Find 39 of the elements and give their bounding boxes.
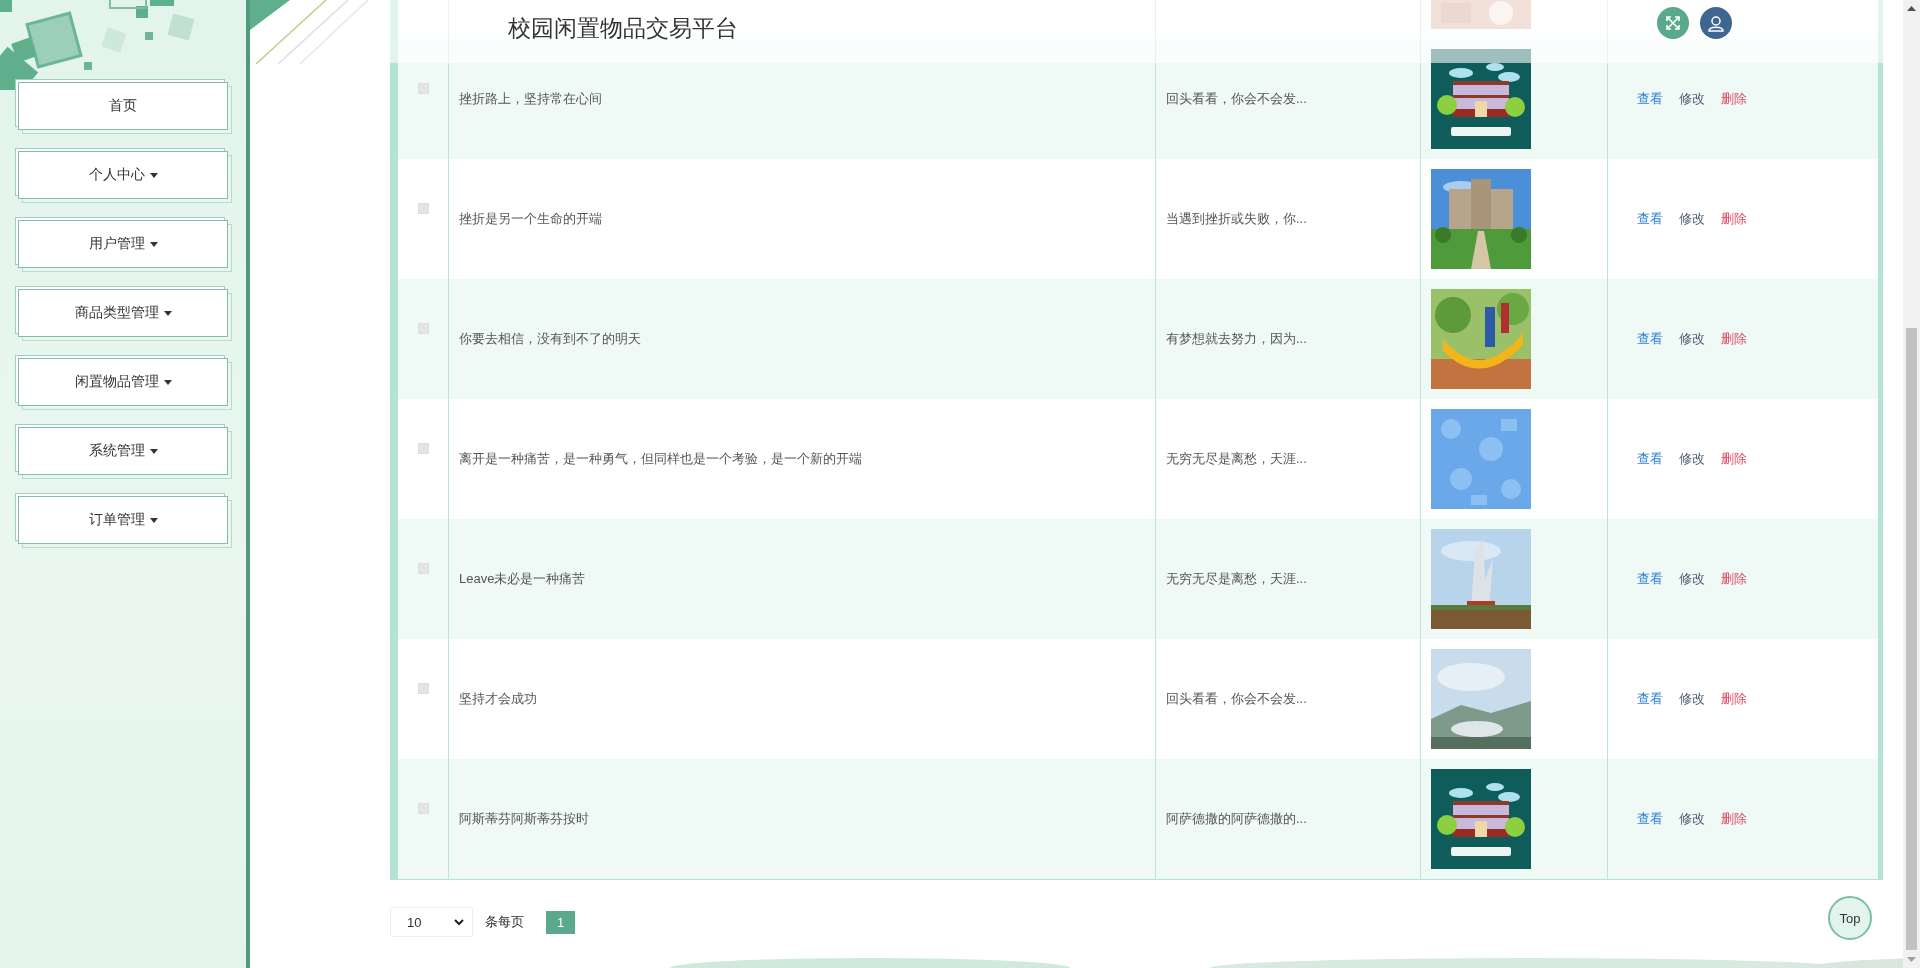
table-cell: 回头看看，你会不会发... — [1166, 690, 1307, 708]
delete-link[interactable]: 删除 — [1721, 810, 1747, 828]
page-size-label: 条每页 — [485, 913, 524, 931]
page-size-select[interactable]: 10 — [390, 907, 473, 937]
table-cell: 当遇到挫折或失败，你... — [1166, 210, 1307, 228]
view-link[interactable]: 查看 — [1637, 90, 1663, 108]
view-link[interactable]: 查看 — [1637, 690, 1663, 708]
view-link[interactable]: 查看 — [1637, 570, 1663, 588]
table-cell: 有梦想就去努力，因为... — [1166, 330, 1307, 348]
edit-link[interactable]: 修改 — [1679, 570, 1705, 588]
app-title: 校园闲置物品交易平台 — [508, 14, 738, 43]
delete-link[interactable]: 删除 — [1721, 90, 1747, 108]
view-link[interactable]: 查看 — [1637, 210, 1663, 228]
table-cell: 无穷无尽是离愁，天涯... — [1166, 570, 1307, 588]
edit-link[interactable]: 修改 — [1679, 210, 1705, 228]
table-cell: 回头看看，你会不会发... — [1166, 90, 1307, 108]
table-cell: 挫折路上，坚持常在心间 — [459, 90, 602, 108]
edit-link[interactable]: 修改 — [1679, 810, 1705, 828]
table-cell: Leave未必是一种痛苦 — [459, 570, 586, 588]
view-link[interactable]: 查看 — [1637, 450, 1663, 468]
edit-link[interactable]: 修改 — [1679, 690, 1705, 708]
table-cell: 挫折是另一个生命的开端 — [459, 210, 602, 228]
table-cell: 阿萨德撒的阿萨德撒的... — [1166, 810, 1307, 828]
delete-link[interactable]: 删除 — [1721, 330, 1747, 348]
edit-link[interactable]: 修改 — [1679, 450, 1705, 468]
table-cell: 坚持才会成功 — [459, 690, 537, 708]
delete-link[interactable]: 删除 — [1721, 450, 1747, 468]
table-cell: 阿斯蒂芬阿斯蒂芬按时 — [459, 810, 589, 828]
view-link[interactable]: 查看 — [1637, 810, 1663, 828]
delete-link[interactable]: 删除 — [1721, 690, 1747, 708]
table-cell: 离开是一种痛苦，是一种勇气，但同样也是一个考验，是一个新的开端 — [459, 450, 862, 468]
table-cell: 你要去相信，没有到不了的明天 — [459, 330, 641, 348]
edit-link[interactable]: 修改 — [1679, 330, 1705, 348]
delete-link[interactable]: 删除 — [1721, 570, 1747, 588]
delete-link[interactable]: 删除 — [1721, 210, 1747, 228]
view-link[interactable]: 查看 — [1637, 330, 1663, 348]
table-cell: 无穷无尽是离愁，天涯... — [1166, 450, 1307, 468]
edit-link[interactable]: 修改 — [1679, 90, 1705, 108]
back-to-top-button[interactable]: Top — [1828, 896, 1872, 940]
